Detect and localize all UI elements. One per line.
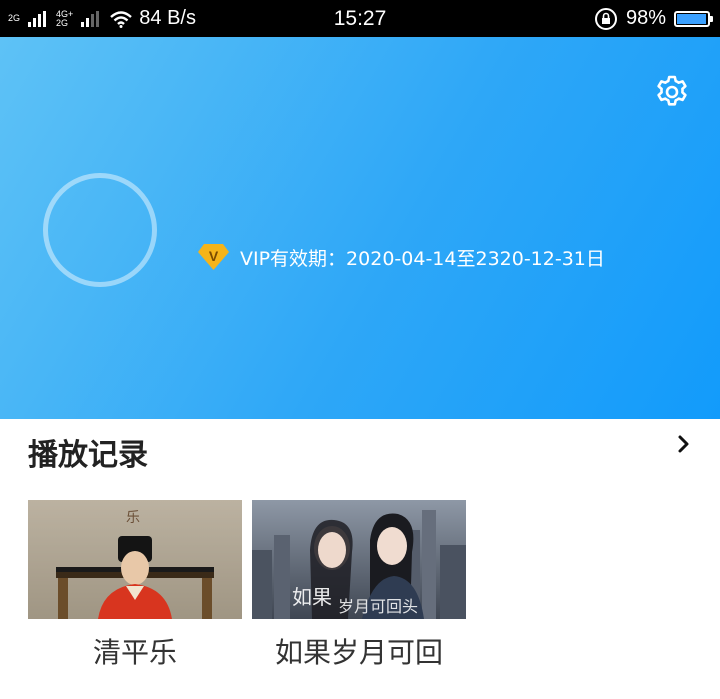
history-item-title: 如果岁月可回 bbox=[274, 636, 443, 669]
avatar[interactable] bbox=[43, 173, 157, 287]
vip-info: V VIP有效期：2020-04-14至2320-12-31日 bbox=[197, 242, 605, 272]
status-bar: 2G 4G+ 2G 84 B/s 15:27 98% bbox=[0, 0, 720, 37]
rotation-lock-icon bbox=[594, 7, 617, 30]
history-item-title: 清平乐 bbox=[92, 636, 177, 669]
history-item[interactable]: 如果 岁月可回头 如果岁月可回 bbox=[252, 500, 466, 671]
svg-text:如果: 如果 bbox=[292, 585, 332, 609]
battery-percent: 98% bbox=[625, 7, 666, 29]
svg-text:乐: 乐 bbox=[126, 510, 140, 526]
poster-image: 乐 bbox=[28, 500, 242, 619]
vip-diamond-icon: V bbox=[198, 244, 229, 270]
history-item[interactable]: 乐 清平乐 bbox=[28, 500, 242, 671]
poster-image: 如果 岁月可回头 bbox=[252, 500, 466, 619]
vip-badge-letter: V bbox=[209, 248, 219, 264]
settings-gear-icon[interactable] bbox=[654, 74, 690, 110]
battery-icon bbox=[674, 10, 713, 27]
svg-text:岁月可回头: 岁月可回头 bbox=[338, 597, 418, 616]
status-right: 98% bbox=[594, 0, 713, 37]
poster-thumbnail: 乐 bbox=[28, 500, 242, 619]
battery-fill bbox=[677, 13, 707, 24]
history-title: 播放记录 bbox=[28, 438, 148, 473]
chevron-right-icon[interactable] bbox=[674, 433, 694, 455]
vip-validity-text: VIP有效期：2020-04-14至2320-12-31日 bbox=[240, 247, 605, 270]
poster-thumbnail: 如果 岁月可回头 bbox=[252, 500, 466, 619]
